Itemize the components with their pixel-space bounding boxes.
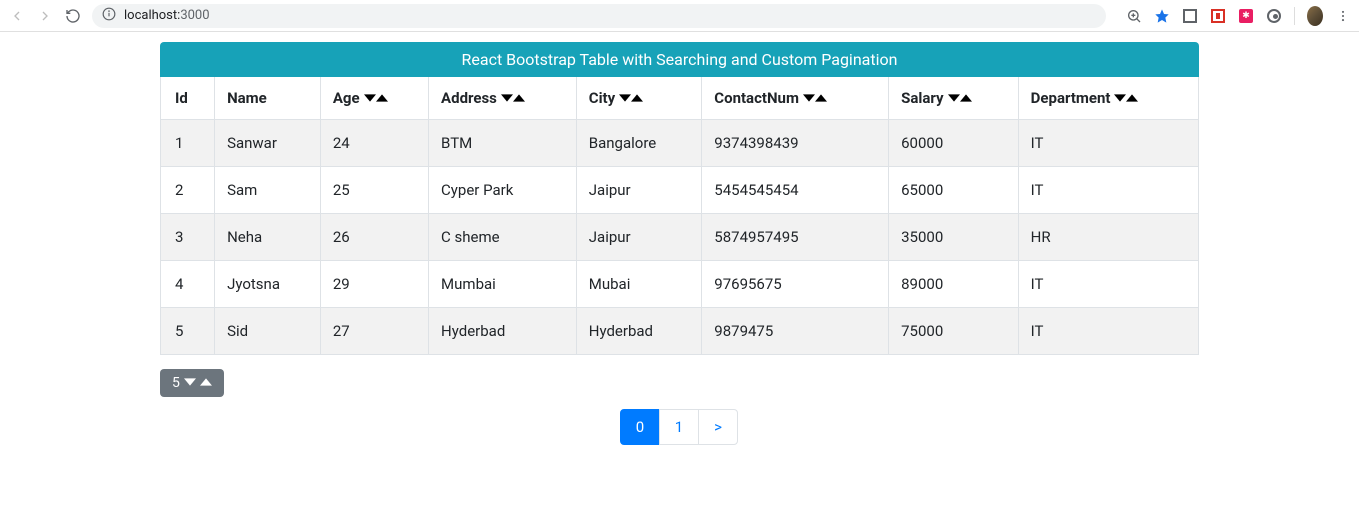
table-cell: 25 [320,167,428,214]
nav-forward-button[interactable] [36,7,54,25]
table-cell: BTM [429,120,577,167]
nav-back-button[interactable] [8,7,26,25]
table-cell: Hyderbad [576,308,702,355]
pagination: 01> [160,409,1199,445]
table-cell: 65000 [889,167,1019,214]
table-cell: Sid [215,308,321,355]
table-cell: 1 [161,120,215,167]
table-cell: 9374398439 [702,120,889,167]
column-label: Salary [901,89,943,107]
table-cell: 26 [320,214,428,261]
page-size-value: 5 [172,375,180,391]
toolbar-divider [1294,7,1295,25]
page-size-dropdown[interactable]: 5 [160,369,224,397]
table-row: 5Sid27HyderbadHyderbad987947575000IT [161,308,1199,355]
table-cell: IT [1018,261,1198,308]
column-label: Address [441,89,497,107]
table-row: 1Sanwar24BTMBangalore937439843960000IT [161,120,1199,167]
table-cell: C sheme [429,214,577,261]
table-cell: 3 [161,214,215,261]
column-header[interactable]: City [576,77,702,120]
table-cell: Jaipur [576,167,702,214]
nav-reload-button[interactable] [64,7,82,25]
table-cell: Sanwar [215,120,321,167]
column-label: ContactNum [714,89,799,107]
table-cell: 27 [320,308,428,355]
table-cell: Jyotsna [215,261,321,308]
url-bar[interactable]: localhost:3000 [92,4,1106,28]
info-icon [102,7,116,25]
table-row: 4Jyotsna29MumbaiMubai9769567589000IT [161,261,1199,308]
browser-toolbar: localhost:3000 ✱ [0,0,1359,32]
sort-icon [803,93,827,103]
table-cell: 60000 [889,120,1019,167]
browser-menu-icon[interactable] [1335,8,1351,24]
table-cell: 4 [161,261,215,308]
page-title: React Bootstrap Table with Searching and… [160,42,1199,77]
pagination-page[interactable]: 1 [659,409,699,445]
column-header[interactable]: Age [320,77,428,120]
pagination-page[interactable]: 0 [620,409,660,445]
table-cell: 5874957495 [702,214,889,261]
table-cell: Bangalore [576,120,702,167]
table-cell: 89000 [889,261,1019,308]
table-cell: 75000 [889,308,1019,355]
table-cell: 5454545454 [702,167,889,214]
caret-up-icon [200,375,212,391]
table-cell: 97695675 [702,261,889,308]
extension-icon-frame[interactable] [1182,8,1198,24]
column-header[interactable]: ContactNum [702,77,889,120]
table-cell: 5 [161,308,215,355]
column-label: City [589,89,615,107]
table-cell: 24 [320,120,428,167]
zoom-icon[interactable] [1126,8,1142,24]
table-cell: 9879475 [702,308,889,355]
column-label: Id [175,89,188,107]
table-row: 2Sam25Cyper ParkJaipur545454545465000IT [161,167,1199,214]
profile-avatar[interactable] [1307,8,1323,24]
table-cell: Mumbai [429,261,577,308]
sort-icon [364,93,388,103]
table-cell: IT [1018,120,1198,167]
caret-down-icon [184,375,196,391]
table-cell: IT [1018,308,1198,355]
extension-icon-record[interactable] [1210,8,1226,24]
column-header[interactable]: Salary [889,77,1019,120]
table-cell: Sam [215,167,321,214]
column-header: Id [161,77,215,120]
sort-icon [948,93,972,103]
table-row: 3Neha26C shemeJaipur587495749535000HR [161,214,1199,261]
table-cell: 2 [161,167,215,214]
table-cell: Jaipur [576,214,702,261]
table-cell: 35000 [889,214,1019,261]
column-header[interactable]: Address [429,77,577,120]
table-cell: Neha [215,214,321,261]
url-text: localhost:3000 [124,8,210,23]
extension-icon-badge[interactable]: ✱ [1238,8,1254,24]
data-table: Id Name Age Address City ContactNum Salary Depa… [160,77,1199,355]
column-label: Age [333,89,360,107]
extension-icon-globe[interactable] [1266,8,1282,24]
table-cell: HR [1018,214,1198,261]
bookmark-star-icon[interactable] [1154,8,1170,24]
column-header[interactable]: Department [1018,77,1198,120]
table-cell: Mubai [576,261,702,308]
column-header: Name [215,77,321,120]
column-label: Department [1031,89,1111,107]
table-cell: Hyderbad [429,308,577,355]
table-cell: Cyper Park [429,167,577,214]
table-cell: IT [1018,167,1198,214]
sort-icon [501,93,525,103]
sort-icon [1114,93,1138,103]
extension-icons: ✱ [1126,7,1351,25]
column-label: Name [227,89,267,107]
page-content: React Bootstrap Table with Searching and… [0,32,1359,455]
table-cell: 29 [320,261,428,308]
pagination-next[interactable]: > [698,409,738,445]
sort-icon [619,93,643,103]
